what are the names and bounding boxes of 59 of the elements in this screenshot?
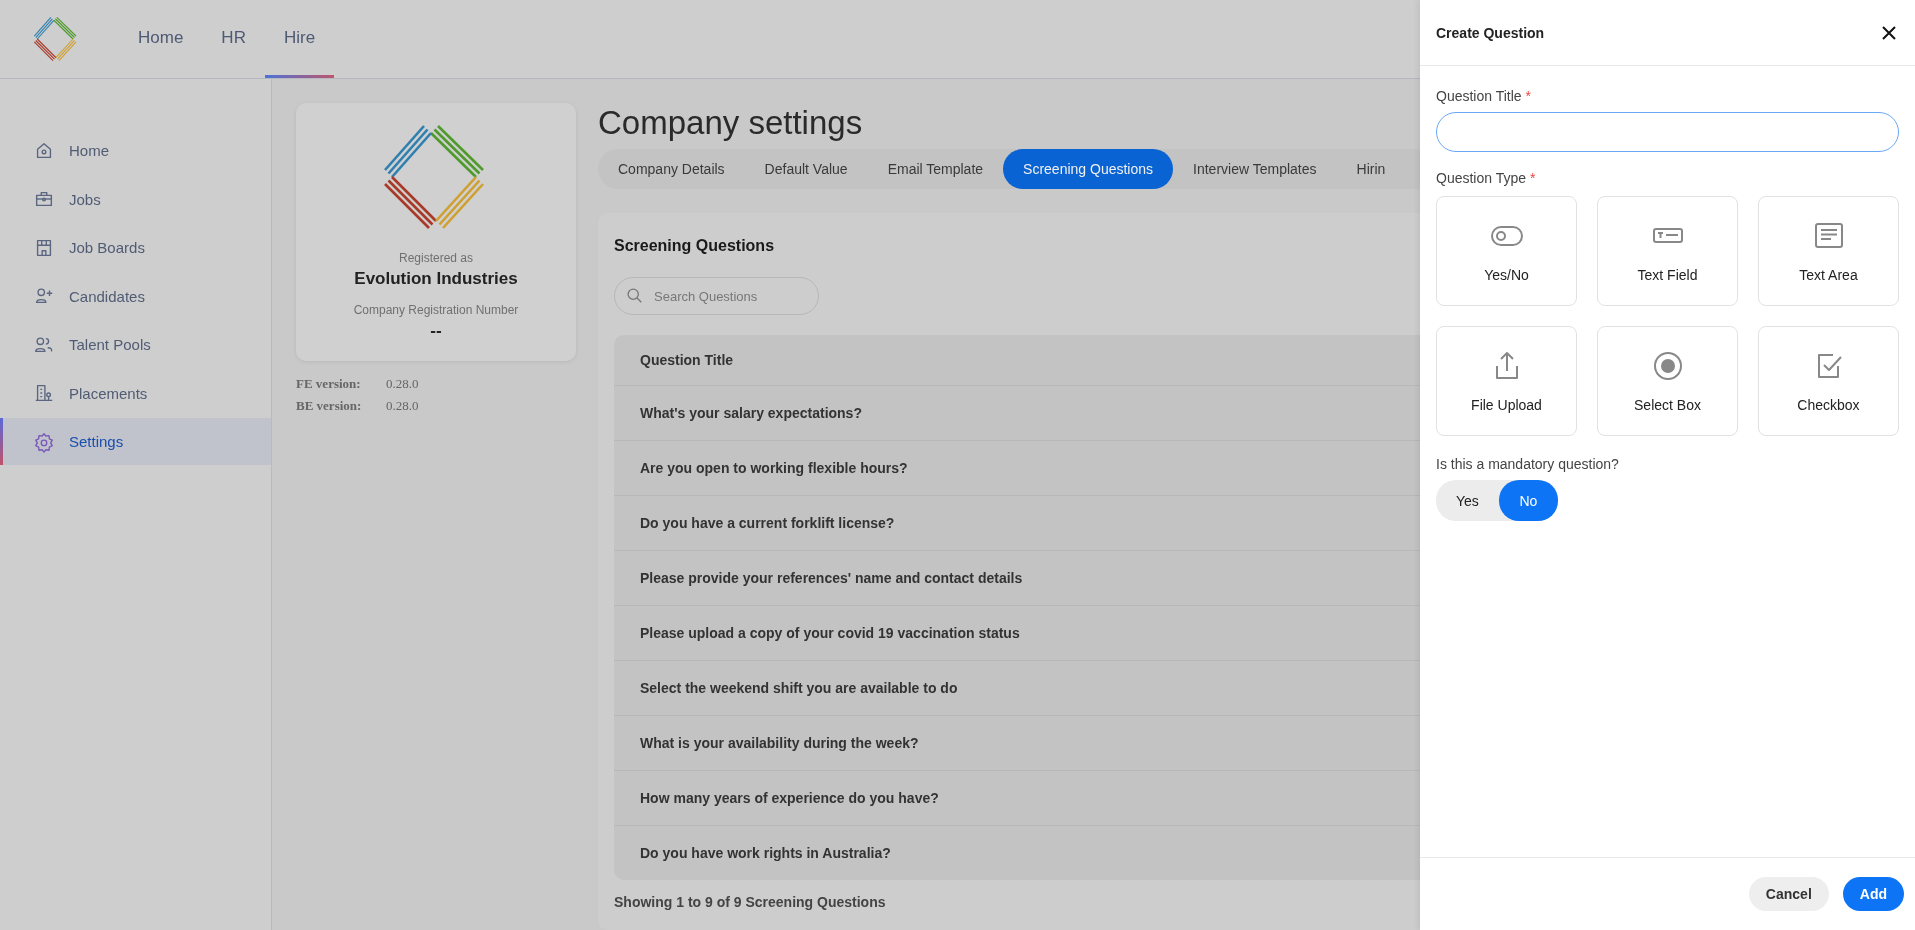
table-cell: How many years of experience do you have?: [640, 790, 939, 806]
version-value: 0.28.0: [386, 375, 419, 393]
column-header: Question Title: [639, 351, 735, 370]
building-icon: [33, 382, 55, 404]
page-title: Company settings: [598, 103, 864, 143]
drawer-title: Create Question: [1436, 24, 1545, 41]
tab[interactable]: Hirin: [1336, 149, 1406, 189]
table-cell: What is your availability during the week?: [640, 735, 919, 751]
panel-title: Screening Questions: [614, 237, 776, 255]
sidebar-item[interactable]: Home: [0, 127, 271, 174]
pagination-summary: Showing 1 to 9 of 9 Screening Questions: [614, 894, 887, 910]
table-cell: What's your salary expectations?: [640, 405, 862, 421]
required-mark: *: [1529, 170, 1536, 186]
tab[interactable]: Interview Templates: [1173, 149, 1337, 189]
table-cell: Please provide your references' name and contact details: [640, 570, 1023, 586]
question-type-option[interactable]: Text Area: [1758, 196, 1899, 306]
toggle-option[interactable]: Yes: [1436, 480, 1499, 521]
text-input[interactable]: [1436, 112, 1899, 152]
nav-link[interactable]: HR: [202, 0, 265, 78]
table-cell: Do you have work rights in Australia?: [640, 845, 891, 861]
table-cell: Select the weekend shift you are available to do: [640, 680, 958, 696]
question-type-option[interactable]: Text Field: [1597, 196, 1738, 306]
nav-link[interactable]: Hire: [264, 0, 335, 78]
sidebar-item[interactable]: Candidates: [0, 272, 271, 320]
question-type-option[interactable]: File Upload: [1436, 326, 1577, 436]
table-cell: Are you open to working flexible hours?: [640, 460, 908, 476]
table-cell: Please upload a copy of your covid 19 vaccination status: [640, 625, 1020, 641]
tab[interactable]: Company Details: [598, 149, 745, 189]
field-label: Question Type: [1436, 170, 1527, 186]
required-mark: *: [1525, 88, 1531, 104]
settings-icon: [33, 430, 55, 453]
question-type-option[interactable]: Checkbox: [1758, 326, 1899, 436]
question-type-option[interactable]: Select Box: [1597, 326, 1738, 436]
field-label: Is this a mandatory question?: [1436, 456, 1620, 472]
add-button[interactable]: Add: [1842, 877, 1904, 911]
sidebar-item[interactable]: Jobs: [0, 175, 271, 223]
tab[interactable]: Email Template: [867, 149, 1004, 189]
table-cell: Do you have a current forklift license?: [640, 515, 895, 531]
search-icon: [626, 287, 643, 304]
tab[interactable]: Screening Questions: [1003, 149, 1174, 189]
sidebar-item[interactable]: Settings: [0, 418, 271, 465]
question-type-option[interactable]: Yes/No: [1436, 196, 1577, 306]
company-name: Evolution Industries: [354, 269, 518, 289]
sidebar-item[interactable]: Job Boards: [0, 224, 271, 271]
logo-icon: [33, 16, 79, 62]
registration-value: --: [430, 321, 442, 341]
search-field[interactable]: Search Questions: [614, 277, 819, 315]
toggle-option[interactable]: No: [1498, 480, 1558, 521]
registration-label: Company Registration Number: [353, 303, 519, 317]
version-label: FE version:: [296, 375, 362, 393]
version-value: 0.28.0: [386, 397, 419, 415]
cancel-button[interactable]: Cancel: [1748, 877, 1829, 911]
sidebar-item[interactable]: Talent Pools: [0, 321, 271, 368]
version-label: BE version:: [296, 397, 363, 415]
registered-label: Registered as: [398, 251, 473, 265]
tab[interactable]: Default Value: [744, 149, 868, 189]
sidebar-item[interactable]: Placements: [0, 369, 271, 417]
nav-link[interactable]: Home: [119, 0, 203, 78]
field-label: Question Title: [1436, 88, 1522, 104]
